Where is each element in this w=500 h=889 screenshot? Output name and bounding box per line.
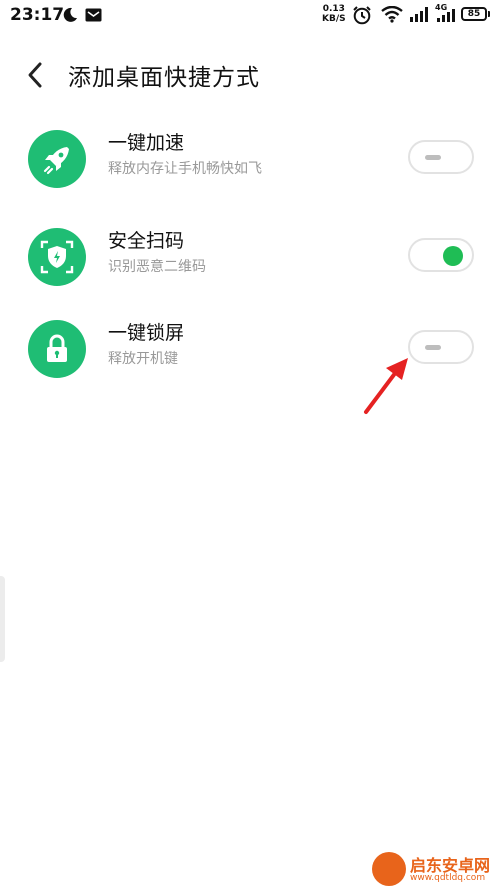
wifi-icon xyxy=(381,6,403,23)
back-button[interactable] xyxy=(18,56,54,92)
net-speed-unit: KB/S xyxy=(322,14,346,24)
net-speed-value: 0.13 xyxy=(322,4,345,14)
shield-scan-icon xyxy=(28,228,86,286)
toggle-knob xyxy=(425,155,441,160)
shortcut-item-lock[interactable]: 一键锁屏 释放开机键 xyxy=(0,304,500,394)
net-speed: 0.13 KB/S xyxy=(322,4,346,24)
toggle-switch-lock[interactable] xyxy=(408,330,474,364)
battery-tip xyxy=(488,11,490,17)
item-subtitle: 释放内存让手机畅快如飞 xyxy=(108,161,262,177)
signal-icon-2 xyxy=(437,9,455,22)
page-title: 添加桌面快捷方式 xyxy=(68,65,260,91)
watermark-logo-icon xyxy=(372,852,406,886)
item-title: 一键加速 xyxy=(108,132,185,154)
page-header: 添加桌面快捷方式 xyxy=(0,50,500,96)
shortcut-item-boost[interactable]: 一键加速 释放内存让手机畅快如飞 xyxy=(0,114,500,204)
moon-icon xyxy=(63,7,77,22)
rocket-icon xyxy=(28,130,86,188)
item-subtitle: 释放开机键 xyxy=(108,351,178,367)
toggle-switch-scan[interactable] xyxy=(408,238,474,272)
status-time: 23:17 xyxy=(10,5,65,25)
status-bar: 23:17 0.13 KB/S 4G 85 xyxy=(0,0,500,30)
toggle-knob xyxy=(443,246,463,266)
annotation-arrow-icon xyxy=(364,358,408,414)
signal-icon xyxy=(410,7,428,22)
watermark: 启东安卓网 www.qdtldq.com xyxy=(372,850,500,889)
toggle-knob xyxy=(425,345,441,350)
item-title: 安全扫码 xyxy=(108,230,185,252)
edge-handle[interactable] xyxy=(0,576,5,662)
item-subtitle: 识别恶意二维码 xyxy=(108,259,206,275)
battery-indicator: 85 xyxy=(461,7,487,21)
message-icon xyxy=(85,8,102,22)
watermark-url: www.qdtldq.com xyxy=(410,873,486,883)
alarm-icon xyxy=(353,6,371,25)
lock-icon xyxy=(28,320,86,378)
item-title: 一键锁屏 xyxy=(108,322,185,344)
toggle-switch-boost[interactable] xyxy=(408,140,474,174)
shortcut-item-scan[interactable]: 安全扫码 识别恶意二维码 xyxy=(0,212,500,302)
